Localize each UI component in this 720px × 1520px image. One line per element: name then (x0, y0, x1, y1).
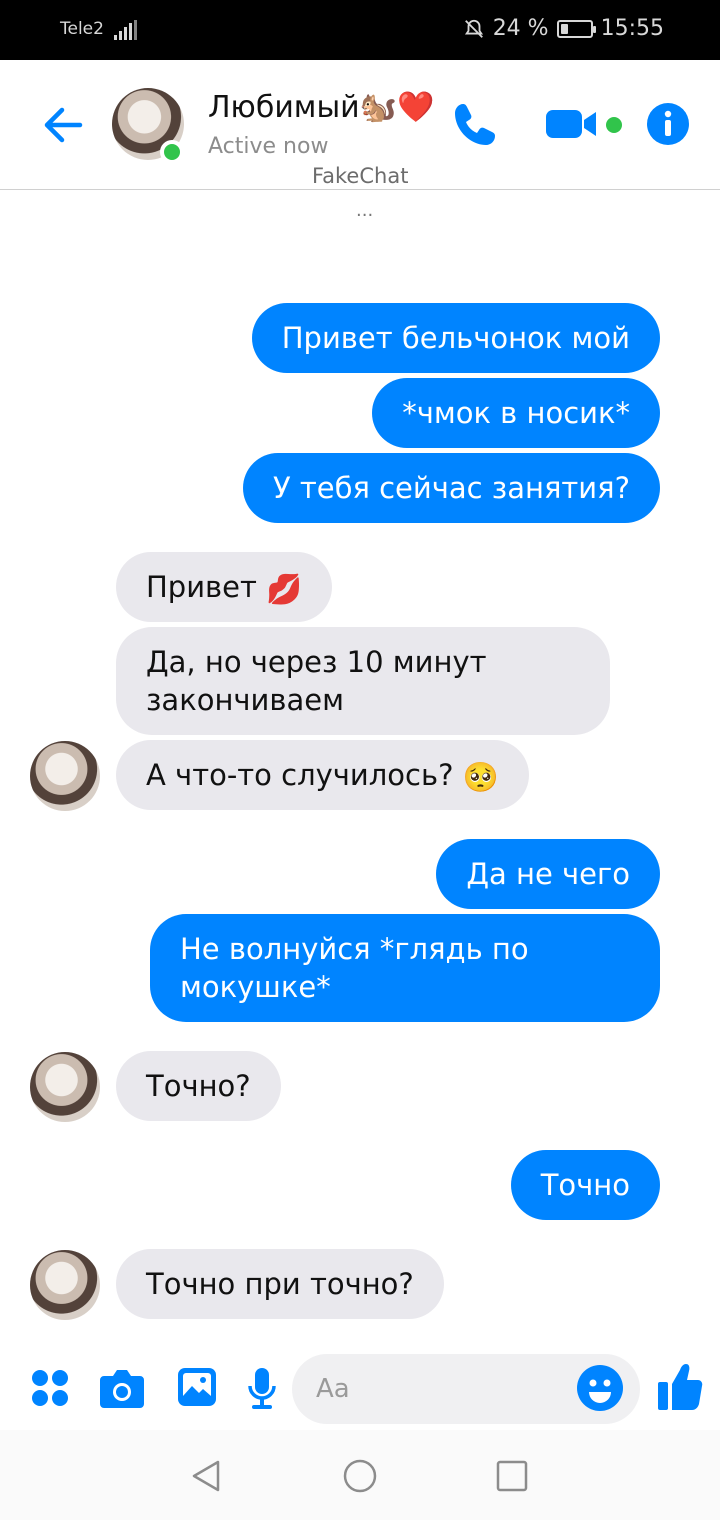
system-nav-bar (0, 1430, 720, 1520)
message-composer (0, 1340, 720, 1440)
message-text-line: закончиваем (146, 683, 344, 717)
chat-header: Любимый🐿️❤️ Active now FakeChat (0, 60, 720, 190)
battery-percent: 24 % (492, 16, 549, 41)
message-bubble-incoming[interactable]: Точно при точно? (116, 1249, 444, 1319)
nav-recents-icon[interactable] (494, 1458, 530, 1494)
microphone-icon[interactable] (246, 1366, 278, 1410)
pleading-face-icon: 🥺 (462, 760, 499, 794)
battery-icon (556, 19, 596, 38)
message-bubble-incoming[interactable]: А что-то случилось? 🥺 (116, 740, 529, 810)
camera-icon[interactable] (98, 1368, 146, 1410)
message-text-line: мокушке* (180, 970, 331, 1004)
carrier-name: Tele2 (60, 19, 104, 39)
message-bubble-incoming[interactable]: Да, но через 10 минут закончиваем (116, 627, 610, 735)
message-text-line: Да, но через 10 минут (146, 645, 487, 679)
message-bubble-outgoing[interactable]: *чмок в носик* (372, 378, 660, 448)
gallery-icon[interactable] (176, 1366, 218, 1408)
watermark: FakeChat (312, 164, 409, 188)
signal-icon (114, 20, 138, 40)
loading-indicator: ... (356, 200, 374, 221)
message-text: Привет (146, 570, 257, 604)
message-bubble-outgoing[interactable]: Да не чего (436, 839, 660, 909)
alarm-off-icon (464, 19, 483, 38)
message-bubble-outgoing[interactable]: Привет бельчонок мой (251, 303, 660, 373)
online-indicator (160, 140, 184, 164)
thumbs-up-icon[interactable] (656, 1362, 704, 1412)
message-bubble-outgoing[interactable]: У тебя сейчас занятия? (242, 453, 660, 523)
apps-grid-icon[interactable] (30, 1368, 70, 1408)
contact-avatar-small[interactable] (30, 741, 100, 811)
active-status: Active now (208, 134, 329, 159)
info-icon[interactable] (646, 102, 690, 146)
message-bubble-incoming[interactable]: Привет 💋 (116, 552, 333, 622)
contact-avatar-small[interactable] (30, 1052, 100, 1122)
video-camera-icon[interactable] (544, 104, 600, 144)
emoji-icon[interactable] (576, 1364, 624, 1412)
nav-back-icon[interactable] (188, 1458, 224, 1494)
contact-name[interactable]: Любимый🐿️❤️ (208, 90, 434, 125)
message-bubble-outgoing[interactable]: Точно (510, 1150, 660, 1220)
message-text-line: Не волнуйся *глядь по (180, 932, 529, 966)
phone-icon[interactable] (452, 100, 500, 148)
status-bar: Tele2 24 % 15:55 (0, 0, 720, 60)
contact-avatar-small[interactable] (30, 1250, 100, 1320)
message-text: А что-то случилось? (146, 758, 454, 792)
message-bubble-outgoing[interactable]: Не волнуйся *глядь по мокушке* (150, 914, 660, 1022)
clock: 15:55 (600, 16, 664, 41)
nav-home-icon[interactable] (342, 1458, 378, 1494)
video-active-dot (606, 117, 622, 133)
status-right: 24 % 15:55 (463, 16, 664, 41)
kiss-lips-icon: 💋 (266, 572, 303, 606)
message-bubble-incoming[interactable]: Точно? (116, 1051, 281, 1121)
back-arrow-icon[interactable] (40, 102, 86, 148)
